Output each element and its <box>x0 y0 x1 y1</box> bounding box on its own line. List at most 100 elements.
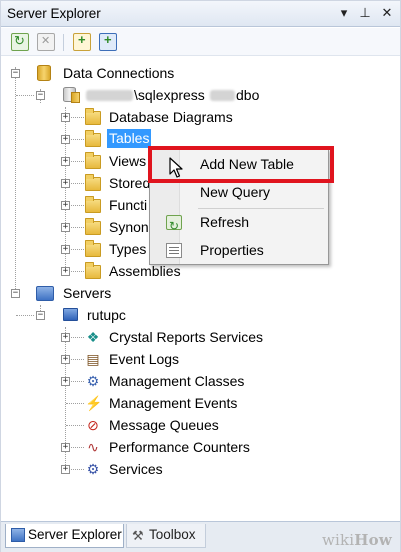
expand-toggle[interactable]: + <box>61 135 70 144</box>
expand-toggle[interactable]: + <box>61 223 70 232</box>
menu-item-refresh[interactable]: Refresh <box>152 210 326 238</box>
tree-item-label: Management Events <box>109 395 238 411</box>
expand-toggle[interactable]: + <box>61 201 70 210</box>
tree-item-connection[interactable]: − \sqlexpress dbo <box>1 85 301 105</box>
tree-item-data-connections[interactable]: − Data Connections <box>1 63 261 83</box>
tree-item-database-diagrams[interactable]: + Database Diagrams <box>1 107 261 127</box>
server-explorer-icon <box>11 528 25 542</box>
expand-toggle[interactable]: + <box>61 245 70 254</box>
tree-connector <box>16 315 34 316</box>
watermark-text-bold: How <box>354 531 392 549</box>
server-explorer-tree: − Data Connections − \sqlexpress dbo + D… <box>1 57 400 523</box>
mouse-cursor-icon <box>169 157 183 178</box>
tree-item-rutupc[interactable]: − rutupc <box>1 305 201 325</box>
tree-connector <box>16 95 34 96</box>
expand-toggle[interactable]: + <box>61 443 70 452</box>
properties-icon <box>166 243 182 258</box>
collapse-toggle[interactable]: − <box>11 289 20 298</box>
redacted-database-name <box>210 90 235 101</box>
tree-item-crystal-reports-services[interactable]: + ❖ Crystal Reports Services <box>1 327 301 347</box>
connection-label-mid: \sqlexpress <box>134 87 205 103</box>
tree-item-label: rutupc <box>87 307 126 323</box>
expand-toggle[interactable]: + <box>61 157 70 166</box>
services-icon: ⚙ <box>86 461 100 477</box>
expand-toggle[interactable]: + <box>61 465 70 474</box>
stop-icon[interactable] <box>37 33 55 51</box>
collapse-toggle[interactable]: − <box>11 69 20 78</box>
expand-toggle[interactable]: + <box>61 179 70 188</box>
tree-item-label: Data Connections <box>63 65 175 81</box>
tree-item-management-events[interactable]: ⚡ Management Events <box>1 393 301 413</box>
tree-item-label: Servers <box>63 285 112 301</box>
title-bar: Server Explorer ▾ ⊥ ✕ <box>1 1 400 27</box>
wikihow-watermark: wikiHow <box>322 531 392 549</box>
tree-item-label: Management Classes <box>109 373 245 389</box>
tab-server-explorer[interactable]: Server Explorer <box>5 524 124 548</box>
connect-to-database-icon[interactable] <box>73 32 91 51</box>
tree-item-servers[interactable]: − Servers <box>1 283 201 303</box>
tree-item-functions[interactable]: + Functi <box>1 195 151 215</box>
watermark-text-light: wiki <box>321 531 355 549</box>
tree-item-label: Synon <box>109 219 149 235</box>
redacted-server-name <box>86 90 133 101</box>
expand-toggle[interactable]: + <box>61 267 70 276</box>
panel-title: Server Explorer <box>7 6 101 21</box>
menu-item-new-query[interactable]: New Query <box>152 180 326 204</box>
toolbar <box>1 28 400 56</box>
management-events-icon: ⚡ <box>85 395 103 411</box>
folder-icon <box>85 218 101 235</box>
refresh-icon[interactable] <box>11 33 29 51</box>
folder-icon <box>85 152 101 169</box>
tree-connector <box>66 425 84 426</box>
tree-item-label: Types <box>109 241 147 257</box>
close-icon[interactable]: ✕ <box>380 6 394 20</box>
folder-icon <box>85 130 101 147</box>
tab-label: Server Explorer <box>28 527 122 542</box>
tree-item-services[interactable]: + ⚙ Services <box>1 459 301 479</box>
connection-label-end: dbo <box>236 87 260 103</box>
expand-toggle[interactable]: + <box>61 355 70 364</box>
tree-item-label: Services <box>109 461 163 477</box>
menu-item-label: Refresh <box>200 214 250 230</box>
event-log-icon: ▤ <box>86 351 100 367</box>
tree-item-label: Functi <box>109 197 148 213</box>
expand-toggle[interactable]: + <box>61 113 70 122</box>
message-queues-icon: ⊘ <box>87 417 99 433</box>
tree-item-event-logs[interactable]: + ▤ Event Logs <box>1 349 301 369</box>
tree-item-performance-counters[interactable]: + ∿ Performance Counters <box>1 437 301 457</box>
toolbar-divider <box>63 34 64 51</box>
refresh-icon <box>166 214 182 238</box>
database-connection-icon <box>63 87 80 103</box>
dropdown-icon[interactable]: ▾ <box>337 6 351 20</box>
expand-toggle[interactable]: + <box>61 377 70 386</box>
data-connections-icon <box>37 65 51 81</box>
folder-icon <box>85 174 101 191</box>
collapse-toggle[interactable]: − <box>36 91 45 100</box>
tree-connector <box>66 403 84 404</box>
tree-item-stored-procedures[interactable]: + Stored <box>1 173 151 193</box>
tree-item-management-classes[interactable]: + ⚙ Management Classes <box>1 371 301 391</box>
folder-icon <box>85 108 101 125</box>
servers-icon <box>36 286 54 301</box>
performance-counters-icon: ∿ <box>87 439 99 455</box>
folder-icon <box>85 262 101 279</box>
tab-toolbox[interactable]: Toolbox <box>126 524 206 548</box>
menu-separator <box>198 208 324 209</box>
tree-item-label-selected: Tables <box>107 129 152 148</box>
tree-item-label: Crystal Reports Services <box>109 329 264 345</box>
collapse-toggle[interactable]: − <box>36 311 45 320</box>
server-explorer-panel: Server Explorer ▾ ⊥ ✕ − Data Connections… <box>0 0 401 552</box>
menu-item-properties[interactable]: Properties <box>152 238 326 262</box>
tree-item-views[interactable]: + Views <box>1 151 151 171</box>
tree-item-tables[interactable]: + Tables <box>1 129 161 149</box>
tree-item-synonyms[interactable]: + Synon <box>1 217 151 237</box>
computer-icon <box>63 308 78 321</box>
tree-item-types[interactable]: + Types <box>1 239 151 259</box>
pin-icon[interactable]: ⊥ <box>358 6 372 20</box>
expand-toggle[interactable]: + <box>61 333 70 342</box>
management-classes-icon: ⚙ <box>86 373 100 389</box>
tree-item-label: Views <box>109 153 147 169</box>
tree-item-message-queues[interactable]: ⊘ Message Queues <box>1 415 301 435</box>
toolbox-icon <box>132 525 146 547</box>
connect-to-server-icon[interactable] <box>99 32 117 51</box>
